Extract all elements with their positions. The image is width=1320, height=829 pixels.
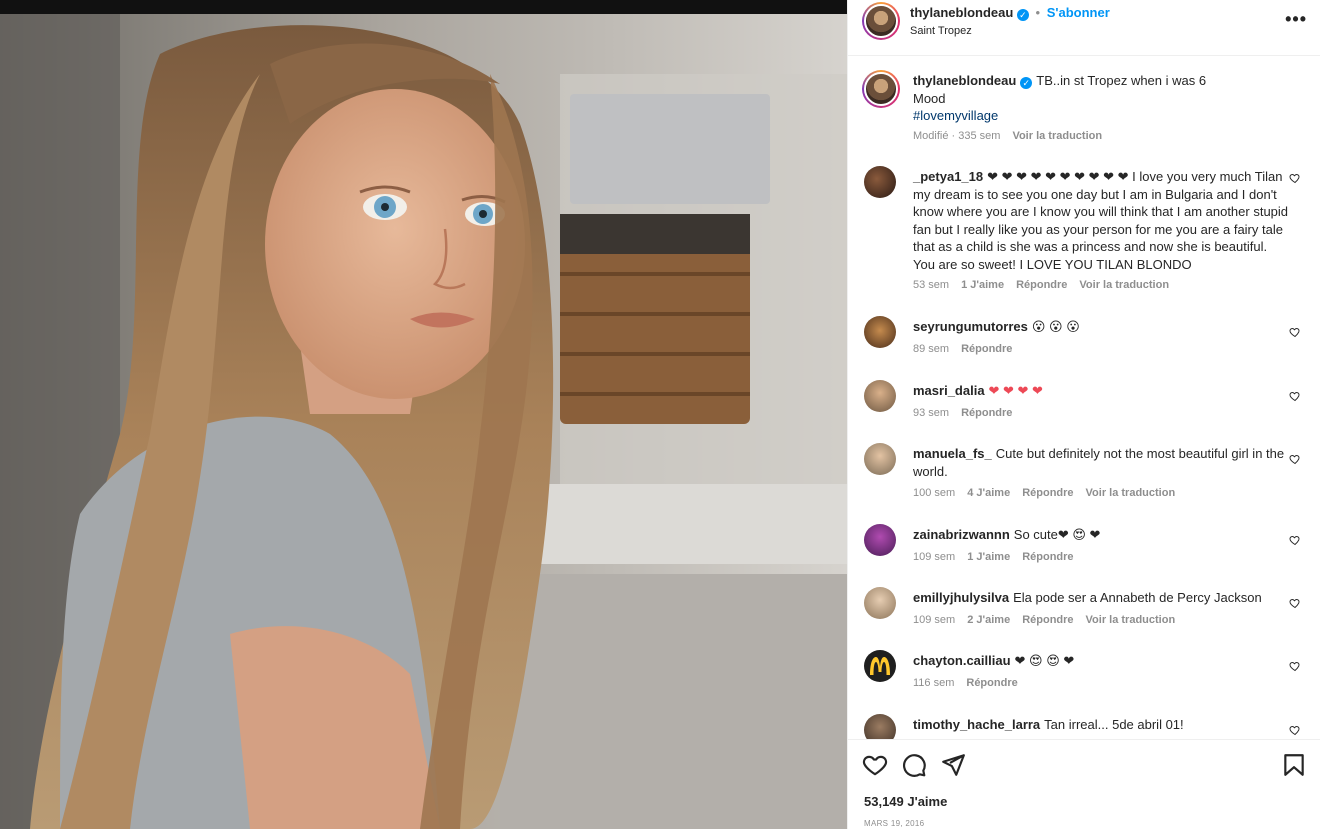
comment-reply-button[interactable]: Répondre [961,407,1012,419]
comment-username[interactable]: seyrungumutorres [913,319,1028,334]
comment-likes[interactable]: 4 J'aime [967,487,1010,499]
comment-text: timothy_hache_larra Tan irreal... 5de abr… [913,716,1291,734]
comment-text: zainabrizwannn So cute❤ 😍 ❤ [913,526,1291,544]
heart-icon[interactable] [862,752,888,778]
comment-reply-button[interactable]: Répondre [1022,487,1073,499]
comment-likes[interactable]: 2 J'aime [967,614,1010,626]
comment-likes[interactable]: 1 J'aime [961,279,1004,291]
commenter-avatar[interactable] [864,166,896,198]
comment-content: 😮 😮 😮 [1031,319,1080,334]
comment-translate-link[interactable]: Voir la traduction [1086,614,1176,626]
comment-time: 100 sem [913,487,956,499]
comment-meta: 109 sem 1 J'aime Répondre [913,551,1086,563]
comments-list[interactable]: thylaneblondeau ✓ TB..in st Tropez when i … [848,56,1320,739]
commenter-avatar[interactable] [864,524,896,556]
comment-username[interactable]: chayton.cailliau [913,653,1011,668]
comment-like-heart-icon[interactable] [1289,660,1301,672]
more-options-icon[interactable]: ••• [1285,9,1307,30]
comment-text: masri_dalia ❤ ❤ ❤ ❤ [913,382,1291,400]
comment-meta: 109 sem 2 J'aime Répondre Voir la traductio… [913,614,1187,626]
comment-like-heart-icon[interactable] [1289,390,1301,402]
comment-reply-button[interactable]: Répondre [1016,279,1067,291]
caption-edited-time: Modifié · 335 sem [913,130,1001,142]
post-date: MARS 19, 2016 [864,819,925,828]
caption-translate-link[interactable]: Voir la traduction [1012,130,1102,142]
commenter-avatar[interactable] [864,316,896,348]
comment-reply-button[interactable]: Répondre [966,677,1017,689]
comment-like-heart-icon[interactable] [1289,534,1301,546]
bookmark-icon[interactable] [1281,752,1307,778]
verified-icon: ✓ [1016,9,1029,21]
comment-text: _petya1_18 ❤ ❤ ❤ ❤ ❤ ❤ ❤ ❤ ❤ ❤ I love you… [913,168,1291,273]
comment-content: ❤ ❤ ❤ ❤ [988,383,1043,398]
comment-text: chayton.cailliau ❤ 😍 😍 ❤ [913,652,1291,670]
commenter-avatar[interactable] [864,380,896,412]
comment-reply-button[interactable]: Répondre [961,343,1012,355]
comment-time: 53 sem [913,279,950,291]
commenter-avatar[interactable] [864,714,896,739]
send-icon[interactable] [940,752,966,778]
comment-content: Tan irreal... 5de abril 01! [1044,717,1184,732]
comment-text: emillyjhulysilva Ela pode ser a Annabeth … [913,589,1291,607]
comment-reply-button[interactable]: Répondre [1022,551,1073,563]
comment-username[interactable]: zainabrizwannn [913,527,1010,542]
photo-top-bar [0,0,847,14]
author-line: thylaneblondeau ✓ • S'abonner [910,5,1110,21]
comment-username[interactable]: emillyjhulysilva [913,590,1009,605]
caption-line-1: TB..in st Tropez when i was 6 [1036,73,1207,88]
post-location[interactable]: Saint Tropez [910,25,972,37]
comment-username[interactable]: masri_dalia [913,383,985,398]
post-actions: 53,149 J'aime MARS 19, 2016 [848,739,1320,829]
comment-text: manuela_fs_ Cute but definitely not the m… [913,445,1291,480]
like-count[interactable]: 53,149 J'aime [864,794,947,809]
caption-hashtag[interactable]: #lovemyvillage [913,108,998,123]
comment-like-heart-icon[interactable] [1289,453,1301,465]
comment-username[interactable]: timothy_hache_larra [913,717,1040,732]
commenter-avatar[interactable] [864,443,896,475]
post-image-illustration [0,14,847,829]
comment-time: 93 sem [913,407,950,419]
comment-content: ❤ 😍 😍 ❤ [1014,653,1075,668]
comment-content: Ela pode ser a Annabeth de Percy Jackson [1013,590,1262,605]
author-avatar[interactable] [862,2,900,40]
comment-translate-link[interactable]: Voir la traduction [1079,279,1169,291]
mcdonalds-logo-icon [870,657,890,675]
comment-like-heart-icon[interactable] [1289,172,1301,184]
caption-meta: Modifié · 335 sem Voir la traduction [913,130,1114,142]
comment-reply-button[interactable]: Répondre [1022,614,1073,626]
comment-meta: 116 sem Répondre [913,677,1030,689]
author-username[interactable]: thylaneblondeau [910,5,1013,20]
caption-text: thylaneblondeau ✓ TB..in st Tropez when i … [913,72,1291,125]
comment-likes[interactable]: 1 J'aime [967,551,1010,563]
comment-username[interactable]: manuela_fs_ [913,446,992,461]
comment-like-heart-icon[interactable] [1289,597,1301,609]
comment-like-heart-icon[interactable] [1289,724,1301,736]
follow-button[interactable]: S'abonner [1047,5,1110,20]
caption-avatar[interactable] [862,70,900,108]
comment-meta: 53 sem 1 J'aime Répondre Voir la traduction [913,279,1181,291]
comment-content: So cute❤ 😍 ❤ [1013,527,1101,542]
comment-time: 109 sem [913,551,956,563]
comment-like-heart-icon[interactable] [1289,326,1301,338]
comment-meta: 89 sem Répondre [913,343,1024,355]
comment-time: 89 sem [913,343,950,355]
post-header: thylaneblondeau ✓ • S'abonner Saint Trop… [848,0,1320,56]
commenter-avatar[interactable] [864,587,896,619]
comment-text: seyrungumutorres 😮 😮 😮 [913,318,1291,336]
comment-meta: 100 sem 4 J'aime Répondre Voir la traductio… [913,487,1187,499]
separator-dot: • [1035,5,1041,20]
comment-meta: 93 sem Répondre [913,407,1024,419]
caption-line-2: Mood [913,90,946,106]
comment-time: 109 sem [913,614,956,626]
comment-content: ❤ ❤ ❤ ❤ ❤ ❤ ❤ ❤ ❤ ❤ I love you very much… [913,169,1289,272]
caption-username[interactable]: thylaneblondeau [913,73,1016,88]
comment-translate-link[interactable]: Voir la traduction [1086,487,1176,499]
post-photo[interactable] [0,0,847,829]
commenter-avatar[interactable] [864,650,896,682]
comment-icon[interactable] [901,752,927,778]
comment-username[interactable]: _petya1_18 [913,169,983,184]
comment-time: 116 sem [913,677,955,689]
post-side-panel: thylaneblondeau ✓ • S'abonner Saint Trop… [847,0,1320,829]
caption-verified-icon: ✓ [1020,77,1033,89]
